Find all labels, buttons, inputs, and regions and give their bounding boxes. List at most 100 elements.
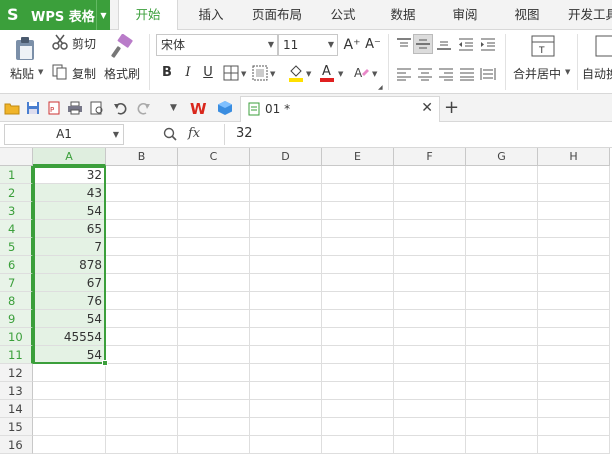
wrap-text-button[interactable]: 自动换行	[582, 65, 612, 82]
tab-page-layout[interactable]: 页面布局	[246, 0, 308, 30]
merge-center-icon[interactable]: T	[530, 34, 556, 58]
column-header-c[interactable]: C	[178, 148, 250, 166]
wps-w-logo-icon[interactable]: W	[190, 99, 208, 117]
cell-g5[interactable]	[466, 238, 538, 256]
cell-a2[interactable]: 43	[33, 184, 106, 202]
cell-a7[interactable]: 67	[33, 274, 106, 292]
cell-f5[interactable]	[394, 238, 466, 256]
fill-color-icon[interactable]	[287, 63, 305, 83]
cell-b13[interactable]	[106, 382, 178, 400]
cell-g2[interactable]	[466, 184, 538, 202]
app-menu-button[interactable]: S WPS 表格 ▼	[0, 0, 110, 30]
decrease-font-size-button[interactable]: A⁻	[364, 36, 382, 54]
fill-color-dropdown-icon[interactable]: ▼	[306, 70, 311, 78]
clear-format-icon[interactable]: A	[352, 64, 370, 82]
document-tab[interactable]: 01 * ✕	[240, 96, 440, 122]
cube-icon[interactable]	[216, 99, 234, 117]
borders-icon[interactable]	[223, 65, 239, 81]
borders-dropdown-icon[interactable]: ▼	[241, 70, 246, 78]
row-header-4[interactable]: 4	[0, 220, 33, 238]
cell-h16[interactable]	[538, 436, 610, 454]
increase-font-size-button[interactable]: A⁺	[343, 36, 361, 54]
cell-e7[interactable]	[322, 274, 394, 292]
save-icon[interactable]	[25, 100, 41, 116]
undo-icon[interactable]	[112, 100, 128, 116]
cell-d7[interactable]	[250, 274, 322, 292]
cell-c8[interactable]	[178, 292, 250, 310]
cell-f16[interactable]	[394, 436, 466, 454]
new-tab-icon[interactable]: +	[444, 97, 459, 118]
copy-button[interactable]: 复制	[72, 65, 96, 82]
print-icon[interactable]	[67, 100, 83, 116]
cell-d5[interactable]	[250, 238, 322, 256]
cell-a11[interactable]: 54	[33, 346, 106, 364]
cell-g1[interactable]	[466, 166, 538, 184]
cell-e9[interactable]	[322, 310, 394, 328]
font-size-select[interactable]: 11 ▼	[278, 34, 338, 56]
cell-g4[interactable]	[466, 220, 538, 238]
paste-dropdown-icon[interactable]: ▼	[38, 68, 43, 76]
row-header-5[interactable]: 5	[0, 238, 33, 256]
column-header-e[interactable]: E	[322, 148, 394, 166]
cell-c12[interactable]	[178, 364, 250, 382]
cell-f11[interactable]	[394, 346, 466, 364]
cell-f13[interactable]	[394, 382, 466, 400]
cell-f7[interactable]	[394, 274, 466, 292]
redo-icon[interactable]	[136, 100, 152, 116]
cell-h6[interactable]	[538, 256, 610, 274]
cell-b3[interactable]	[106, 202, 178, 220]
cell-e4[interactable]	[322, 220, 394, 238]
merge-center-button[interactable]: 合并居中	[513, 65, 561, 82]
cell-b8[interactable]	[106, 292, 178, 310]
cell-f1[interactable]	[394, 166, 466, 184]
cell-b1[interactable]	[106, 166, 178, 184]
cut-button[interactable]: 剪切	[72, 35, 96, 52]
cell-e16[interactable]	[322, 436, 394, 454]
cell-b2[interactable]	[106, 184, 178, 202]
cell-a16[interactable]	[33, 436, 106, 454]
font-color-icon[interactable]: A	[318, 63, 336, 83]
cell-g9[interactable]	[466, 310, 538, 328]
cell-d15[interactable]	[250, 418, 322, 436]
tab-developer[interactable]: 开发工具	[562, 0, 612, 30]
cell-a1[interactable]: 32	[33, 166, 106, 184]
cell-e14[interactable]	[322, 400, 394, 418]
cell-h13[interactable]	[538, 382, 610, 400]
cell-d8[interactable]	[250, 292, 322, 310]
cell-b16[interactable]	[106, 436, 178, 454]
justify-icon[interactable]	[458, 66, 476, 82]
column-header-h[interactable]: H	[538, 148, 610, 166]
font-dialog-launcher-icon[interactable]: ◢	[378, 84, 383, 91]
cell-e15[interactable]	[322, 418, 394, 436]
align-right-icon[interactable]	[437, 66, 455, 82]
cell-h12[interactable]	[538, 364, 610, 382]
cell-f12[interactable]	[394, 364, 466, 382]
cell-d4[interactable]	[250, 220, 322, 238]
cell-e6[interactable]	[322, 256, 394, 274]
cell-h11[interactable]	[538, 346, 610, 364]
cell-e13[interactable]	[322, 382, 394, 400]
copy-icon[interactable]	[52, 64, 68, 80]
decrease-indent-icon[interactable]	[457, 36, 475, 52]
cell-h15[interactable]	[538, 418, 610, 436]
bold-button[interactable]: B	[158, 64, 176, 82]
cell-f14[interactable]	[394, 400, 466, 418]
cell-a9[interactable]: 54	[33, 310, 106, 328]
cell-a12[interactable]	[33, 364, 106, 382]
cell-d14[interactable]	[250, 400, 322, 418]
tab-insert[interactable]: 插入	[186, 0, 236, 30]
cell-g11[interactable]	[466, 346, 538, 364]
scissors-icon[interactable]	[52, 34, 68, 50]
row-header-15[interactable]: 15	[0, 418, 33, 436]
row-header-11[interactable]: 11	[0, 346, 33, 364]
cell-c7[interactable]	[178, 274, 250, 292]
cell-e3[interactable]	[322, 202, 394, 220]
cell-f3[interactable]	[394, 202, 466, 220]
cell-h3[interactable]	[538, 202, 610, 220]
font-name-select[interactable]: 宋体 ▼	[156, 34, 278, 56]
cell-c3[interactable]	[178, 202, 250, 220]
row-header-10[interactable]: 10	[0, 328, 33, 346]
cell-h4[interactable]	[538, 220, 610, 238]
cell-g12[interactable]	[466, 364, 538, 382]
cell-f15[interactable]	[394, 418, 466, 436]
